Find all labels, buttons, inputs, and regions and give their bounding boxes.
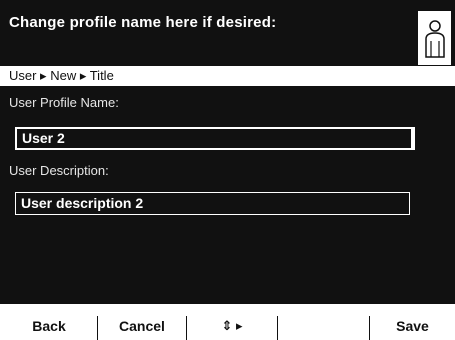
cancel-button[interactable]: Cancel (98, 304, 186, 340)
user-profile-name-input[interactable]: User 2 (15, 127, 415, 150)
user-profile-name-label: User Profile Name: (9, 95, 119, 110)
form-area: User Profile Name: User 2 User Descripti… (0, 86, 455, 304)
user-description-label: User Description: (9, 163, 109, 178)
empty-softkey[interactable] (278, 304, 370, 340)
header-bar: Change profile name here if desired: (0, 0, 455, 66)
user-profile-icon (425, 20, 445, 58)
user-description-input[interactable]: User description 2 (15, 192, 410, 215)
back-button[interactable]: Back (0, 304, 98, 340)
breadcrumb: User ▸ New ▸ Title (0, 66, 455, 86)
navigate-button[interactable]: ⇕ ▸ (186, 304, 278, 340)
save-button[interactable]: Save (370, 304, 455, 340)
user-profile-button[interactable] (417, 10, 452, 66)
softkey-bar: Back Cancel ⇕ ▸ Save (0, 304, 455, 340)
header-title: Change profile name here if desired: (9, 14, 277, 31)
breadcrumb-text: User ▸ New ▸ Title (9, 68, 114, 83)
